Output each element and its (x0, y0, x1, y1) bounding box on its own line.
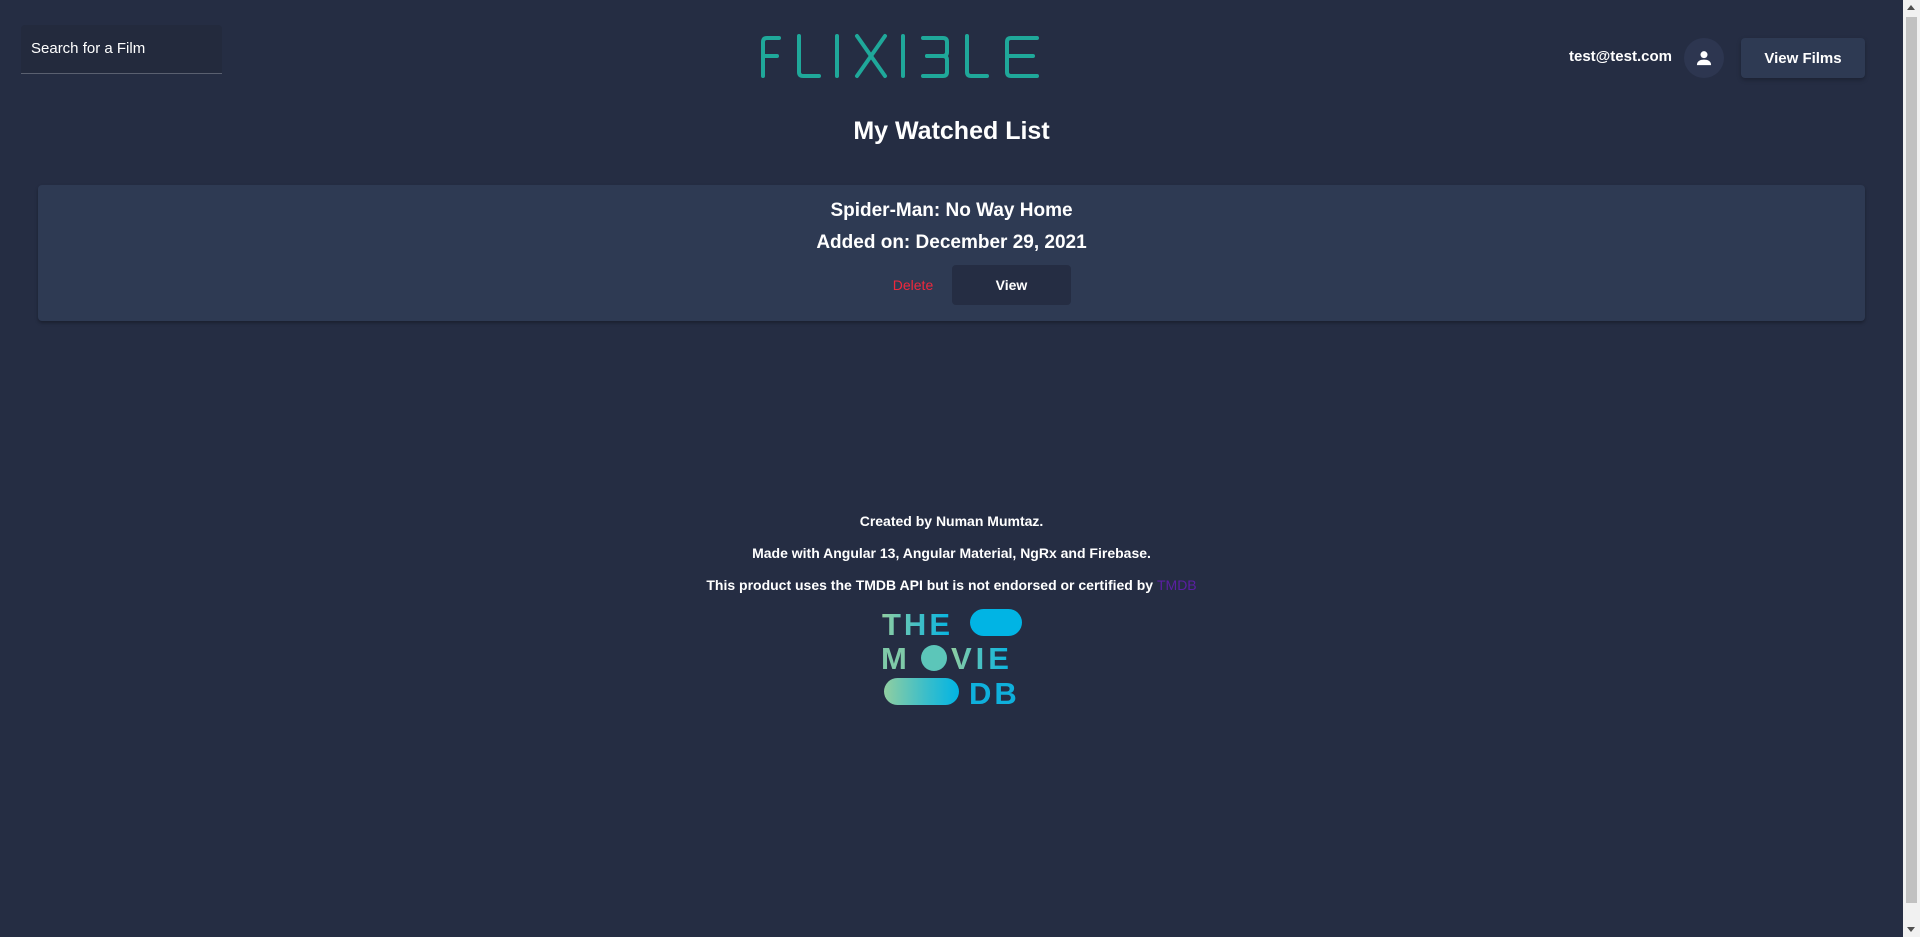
svg-text:THE: THE (882, 607, 953, 642)
tmdb-logo[interactable]: THE M VIE DB (879, 605, 1024, 710)
scroll-up-arrow-icon[interactable] (1907, 5, 1915, 10)
svg-text:DB: DB (969, 676, 1020, 710)
svg-text:VIE: VIE (951, 641, 1013, 676)
flixible-logo[interactable] (761, 32, 1039, 80)
person-icon (1696, 51, 1712, 66)
footer-credit: Created by Numan Mumtaz. (859, 513, 1044, 529)
page: test@test.com View Films My Watched List… (0, 0, 1903, 937)
user-email: test@test.com (1569, 48, 1672, 65)
search-input[interactable] (31, 40, 212, 57)
scrollbar-thumb[interactable] (1906, 17, 1917, 903)
svg-text:M: M (881, 641, 907, 676)
page-title: My Watched List (853, 117, 1050, 145)
footer-tech-stack: Made with Angular 13, Angular Material, … (752, 545, 1151, 561)
watched-film-card: Spider-Man: No Way Home Added on: Decemb… (38, 185, 1865, 321)
film-title: Spider-Man: No Way Home (830, 200, 1073, 221)
tmdb-link[interactable]: TMDB (1157, 577, 1197, 593)
account-button[interactable] (1684, 38, 1724, 78)
search-field[interactable] (21, 25, 222, 74)
page-scrollbar[interactable] (1903, 0, 1920, 937)
tmdb-notice-text: This product uses the TMDB API but is no… (706, 577, 1154, 593)
added-date: Added on: December 29, 2021 (816, 232, 1087, 253)
scroll-down-arrow-icon[interactable] (1907, 927, 1915, 932)
view-films-button[interactable]: View Films (1741, 38, 1865, 78)
view-button[interactable]: View (952, 265, 1071, 305)
footer-tmdb-notice: This product uses the TMDB API but is no… (0, 577, 1903, 593)
